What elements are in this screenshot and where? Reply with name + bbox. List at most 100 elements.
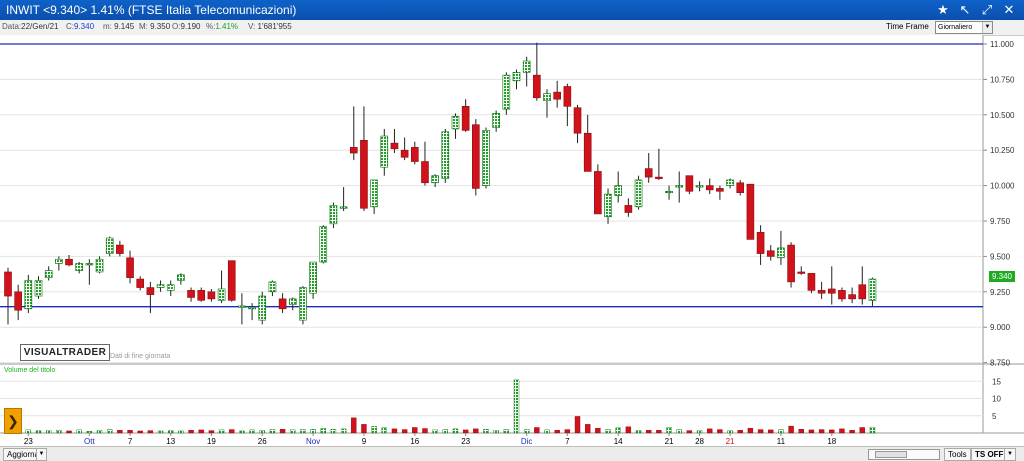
title-bar: INWIT <9.340> 1.41% (FTSE Italia Telecom… bbox=[0, 0, 1024, 20]
volume-bar-down bbox=[839, 428, 845, 434]
volume-bar-down bbox=[208, 430, 215, 434]
bottom-bar: Aggiorna ▼ Tools TS OFF ▼ bbox=[0, 446, 1024, 461]
info-open: O:9.190 bbox=[172, 22, 201, 31]
volume-bar-down bbox=[351, 417, 357, 434]
ts-off-button[interactable]: TS OFF bbox=[971, 448, 1008, 461]
star-icon[interactable]: ★ bbox=[934, 1, 952, 19]
price-tick-label: 10.250 bbox=[990, 146, 1015, 155]
time-frame-select[interactable]: Giornaliero ▼ bbox=[935, 21, 993, 34]
candle bbox=[105, 236, 114, 257]
candle-body-down bbox=[400, 149, 409, 158]
x-tick-label: Nov bbox=[306, 437, 320, 446]
volume-bar-up bbox=[381, 427, 387, 434]
candle-body-up bbox=[105, 237, 114, 254]
expand-arrow-icon[interactable]: ❯ bbox=[4, 408, 22, 434]
candle-body-up bbox=[319, 226, 328, 263]
volume-bar-up bbox=[452, 428, 459, 434]
candle-body-up bbox=[238, 305, 246, 308]
volume-bar-down bbox=[686, 430, 693, 434]
candle-body-down bbox=[278, 298, 287, 310]
candle-body-down bbox=[410, 147, 419, 162]
volume-bar-up bbox=[96, 430, 103, 434]
scrollbar-thumb[interactable] bbox=[875, 451, 907, 458]
volume-bar-down bbox=[768, 429, 774, 434]
volume-bar-up bbox=[615, 427, 621, 434]
candle-body-down bbox=[146, 287, 155, 295]
candle-body-up bbox=[868, 278, 877, 301]
candle-body-down bbox=[594, 171, 602, 215]
volume-bar-up bbox=[310, 429, 316, 434]
volume-bar-down bbox=[574, 416, 581, 434]
candle bbox=[227, 260, 236, 302]
time-frame-value: Giornaliero bbox=[938, 24, 973, 31]
candle-body-up bbox=[309, 261, 317, 294]
candle-body-up bbox=[166, 284, 175, 291]
logo-subtitle: Dati di fine giornata bbox=[110, 353, 171, 360]
volume-bar-down bbox=[595, 427, 601, 434]
volume-bar-up bbox=[483, 429, 489, 434]
candle-body-up bbox=[634, 179, 643, 208]
candle-body-down bbox=[116, 244, 124, 254]
candle-body-down bbox=[197, 290, 206, 301]
volume-bar-up bbox=[320, 428, 326, 434]
candle-body-down bbox=[716, 188, 724, 192]
candle-body-down bbox=[685, 175, 694, 192]
candle-body-up bbox=[95, 258, 104, 273]
volume-bar-up bbox=[666, 427, 672, 434]
candle-body-down bbox=[390, 142, 399, 150]
candle-body-down bbox=[553, 91, 561, 100]
volume-bar-up bbox=[442, 429, 449, 434]
pointer-icon[interactable]: ↖ bbox=[956, 1, 974, 19]
candle-body-down bbox=[533, 74, 541, 99]
volume-bar-up bbox=[25, 429, 32, 434]
volume-bar-up bbox=[56, 430, 62, 434]
price-tick-label: 8.750 bbox=[990, 359, 1011, 368]
options-dropdown-icon[interactable]: ▼ bbox=[1004, 448, 1016, 461]
volume-bar-down bbox=[757, 429, 764, 434]
candle-body-up bbox=[512, 72, 521, 82]
candle-body-down bbox=[421, 161, 429, 184]
candle-body-up bbox=[451, 115, 460, 130]
volume-bar-up bbox=[340, 428, 347, 434]
x-tick-label: 16 bbox=[410, 437, 419, 446]
x-tick-label: Ott bbox=[84, 437, 95, 446]
candle-body-down bbox=[746, 183, 755, 240]
x-tick-label: 7 bbox=[565, 437, 570, 446]
x-tick-label: 11 bbox=[777, 437, 786, 446]
volume-bar-down bbox=[391, 428, 398, 434]
candle-body-up bbox=[695, 185, 704, 188]
x-tick-label: 21 bbox=[726, 437, 735, 446]
close-icon[interactable]: ✕ bbox=[1000, 1, 1018, 19]
candle-body-down bbox=[461, 106, 470, 131]
candle-body-down bbox=[766, 250, 775, 257]
volume-bar-down bbox=[188, 430, 194, 434]
chart-area[interactable]: 11.000 10.750 10.500 10.250 10.000 9.750 9.500… bbox=[0, 35, 1024, 446]
candle bbox=[594, 164, 602, 215]
volume-tick-label: 5 bbox=[992, 412, 997, 421]
volume-bar-up bbox=[178, 430, 184, 434]
candle-body-down bbox=[563, 86, 572, 107]
candle-body-down bbox=[644, 168, 653, 178]
volume-bar-up bbox=[218, 429, 225, 434]
x-tick-label: 23 bbox=[461, 437, 470, 446]
x-tick-label: 7 bbox=[128, 437, 133, 446]
update-dropdown-icon[interactable]: ▼ bbox=[36, 448, 47, 461]
volume-bar-up bbox=[330, 429, 337, 434]
volume-bar-up bbox=[432, 429, 438, 434]
candle-body-down bbox=[848, 294, 856, 300]
volume-bar-down bbox=[279, 429, 286, 434]
horizontal-scrollbar[interactable] bbox=[868, 449, 940, 460]
candle-body-down bbox=[136, 278, 145, 288]
chevron-down-icon[interactable]: ▼ bbox=[982, 22, 992, 33]
expand-icon[interactable]: ⤢ bbox=[978, 1, 996, 19]
volume-bar-up bbox=[35, 430, 42, 434]
volume-bar-up bbox=[300, 429, 306, 434]
price-tick-label: 9.750 bbox=[990, 217, 1011, 226]
volume-bar-down bbox=[798, 429, 804, 434]
candle-body-down bbox=[4, 271, 12, 297]
tools-button[interactable]: Tools bbox=[944, 448, 971, 461]
candle-body-up bbox=[156, 284, 165, 288]
candle-body-down bbox=[787, 244, 795, 283]
candle bbox=[319, 225, 328, 264]
info-volume: V: 1'681'955 bbox=[248, 22, 292, 31]
